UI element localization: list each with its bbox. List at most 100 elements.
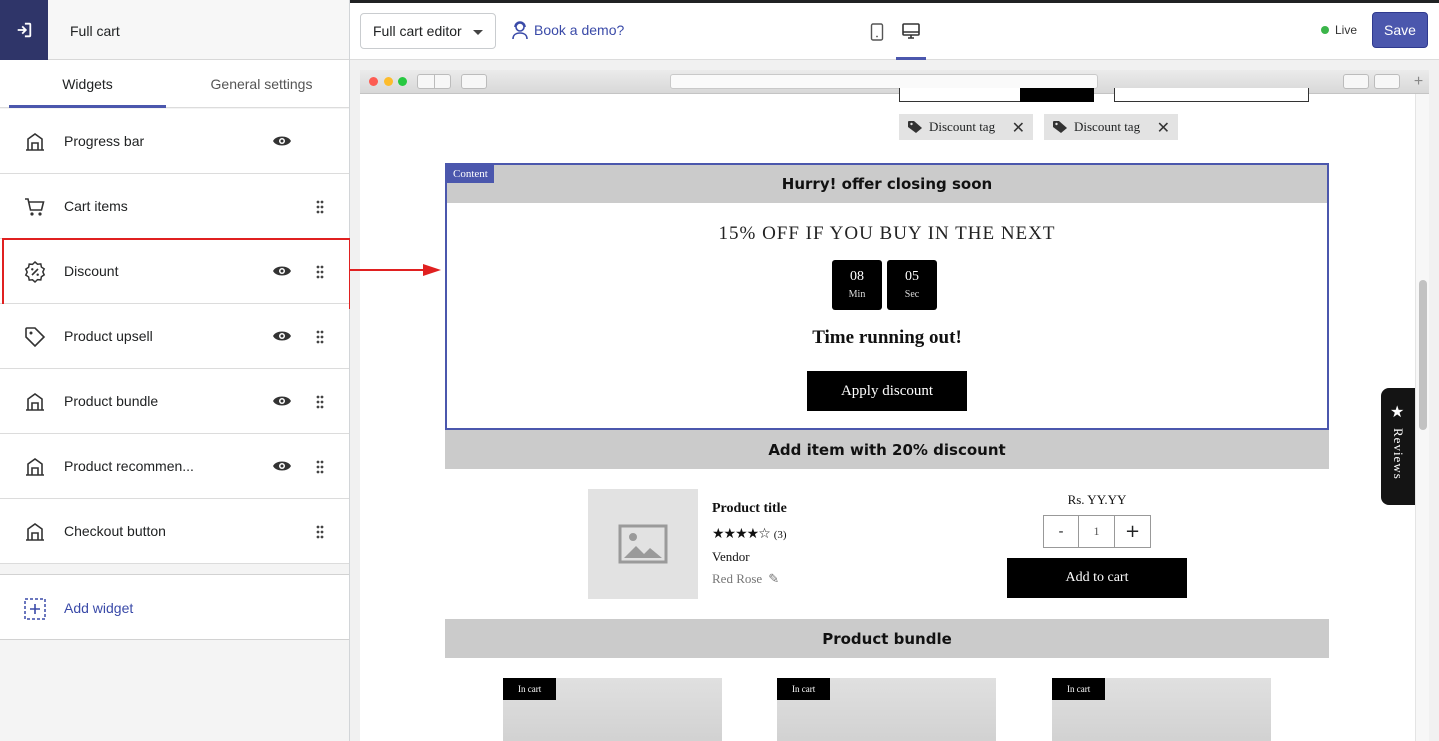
discount-widget-preview[interactable]: Hurry! offer closing soon Content 15% OF… xyxy=(445,163,1329,430)
bundle-product-card: In cart xyxy=(503,678,722,741)
reviews-tab[interactable]: ★ Reviews xyxy=(1381,388,1415,505)
back-forward-buttons xyxy=(417,74,451,89)
discount-apply-button xyxy=(1020,88,1094,102)
sidebar-tabs: Widgets General settings xyxy=(0,60,349,108)
mobile-icon xyxy=(870,22,884,41)
scrollbar-thumb[interactable] xyxy=(1419,280,1427,430)
widget-item-checkout-button[interactable]: Checkout button xyxy=(0,499,349,564)
editor-topbar: Full cart editor Book a demo? Live Save xyxy=(350,3,1439,60)
eye-icon[interactable] xyxy=(272,329,292,343)
add-to-cart-button[interactable]: Add to cart xyxy=(1007,558,1187,598)
caret-down-icon xyxy=(473,30,483,35)
product-rating: ★★★★☆ (3) xyxy=(712,526,787,542)
support-agent-icon xyxy=(512,21,528,40)
tabs-icon xyxy=(1374,74,1400,89)
add-widget-label: Add widget xyxy=(64,600,134,616)
widget-label: Discount xyxy=(64,263,119,279)
tab-general-settings[interactable]: General settings xyxy=(183,60,340,108)
in-cart-badge: In cart xyxy=(503,678,557,700)
widget-label: Product bundle xyxy=(64,393,159,409)
widget-item-discount[interactable]: Discount xyxy=(0,238,351,309)
eye-icon[interactable] xyxy=(272,264,292,278)
upsell-header: Add item with 20% discount xyxy=(445,430,1329,469)
timer-seconds: 05 Sec xyxy=(887,260,937,310)
share-icon xyxy=(1343,74,1369,89)
widget-label: Progress bar xyxy=(64,133,145,149)
remove-icon[interactable]: ✕ xyxy=(1012,118,1025,137)
image-icon xyxy=(618,524,668,564)
tab-widgets[interactable]: Widgets xyxy=(9,60,166,108)
browser-frame: + Discount tag ✕ Discount tag ✕ Hurry! o… xyxy=(360,70,1429,741)
layout-block-icon xyxy=(26,133,44,151)
edit-pencil-icon[interactable]: ✎ xyxy=(768,571,779,586)
drag-handle-icon[interactable] xyxy=(315,264,325,280)
mobile-view-button[interactable] xyxy=(862,3,892,60)
add-widget-button[interactable]: Add widget xyxy=(0,574,349,640)
save-button[interactable]: Save xyxy=(1372,12,1428,48)
product-image-placeholder xyxy=(588,489,698,599)
star-icon: ★ xyxy=(1390,402,1405,421)
drag-handle-icon[interactable] xyxy=(315,199,325,215)
exit-button[interactable] xyxy=(0,0,48,60)
widget-item-product-upsell[interactable]: Product upsell xyxy=(0,304,349,369)
book-demo-link[interactable]: Book a demo? xyxy=(510,20,624,40)
desktop-view-button[interactable] xyxy=(896,3,926,60)
drag-handle-icon[interactable] xyxy=(315,394,325,410)
drag-handle-icon[interactable] xyxy=(315,459,325,475)
discount-code-input xyxy=(899,88,1021,102)
bundle-product-card: In cart xyxy=(777,678,996,741)
in-cart-badge: In cart xyxy=(777,678,831,700)
editor-select[interactable]: Full cart editor xyxy=(360,13,496,49)
variant-label: Red Rose xyxy=(712,571,763,586)
eye-icon[interactable] xyxy=(272,394,292,408)
add-section-icon xyxy=(24,598,46,620)
widget-label: Checkout button xyxy=(64,523,166,539)
sidebar-header: Full cart xyxy=(0,0,349,60)
bundle-header: Product bundle xyxy=(445,619,1329,658)
remove-icon[interactable]: ✕ xyxy=(1157,118,1170,137)
drag-handle-icon[interactable] xyxy=(315,524,325,540)
product-vendor: Vendor xyxy=(712,549,750,564)
status-label: Live xyxy=(1335,23,1358,37)
widget-item-product-recommendations[interactable]: Product recommen... xyxy=(0,434,349,499)
widget-list: Progress bar Cart items Discount Product… xyxy=(0,109,351,564)
widget-label: Product upsell xyxy=(64,328,153,344)
quantity-value[interactable]: 1 xyxy=(1079,516,1115,547)
status-dot xyxy=(1321,26,1329,34)
quantity-increase-button[interactable]: + xyxy=(1115,516,1150,547)
discount-header: Hurry! offer closing soon xyxy=(447,165,1327,203)
discount-tag: Discount tag ✕ xyxy=(1044,114,1178,140)
quantity-stepper: - 1 + xyxy=(1043,515,1151,548)
product-title: Product title xyxy=(712,501,787,516)
quantity-decrease-button[interactable]: - xyxy=(1044,516,1079,547)
widget-item-cart-items[interactable]: Cart items xyxy=(0,174,349,239)
minimize-dot xyxy=(384,77,393,86)
tag-icon xyxy=(1053,121,1067,133)
sidebar: Full cart Widgets General settings Progr… xyxy=(0,0,351,741)
exit-icon xyxy=(17,22,32,38)
timer-minutes: 08 Min xyxy=(832,260,882,310)
tag-icon xyxy=(25,327,46,348)
apply-discount-button[interactable]: Apply discount xyxy=(807,371,967,411)
reviews-label: Reviews xyxy=(1391,428,1406,480)
eye-icon[interactable] xyxy=(272,459,292,473)
tag-icon xyxy=(908,121,922,133)
discount-tag-label: Discount tag xyxy=(1074,119,1141,134)
editor-select-value: Full cart editor xyxy=(373,23,462,39)
preview-scrollbar[interactable] xyxy=(1415,94,1429,741)
product-price: Rs. YY.YY xyxy=(1067,492,1127,507)
annotation-arrow-icon xyxy=(349,264,441,276)
preview-canvas: + Discount tag ✕ Discount tag ✕ Hurry! o… xyxy=(350,61,1439,741)
star-icons: ★★★★☆ xyxy=(712,526,771,542)
maximize-dot xyxy=(398,77,407,86)
eye-icon[interactable] xyxy=(272,134,292,148)
note-input xyxy=(1114,88,1309,102)
drag-handle-icon[interactable] xyxy=(315,329,325,345)
bundle-product-card: In cart xyxy=(1052,678,1271,741)
widget-item-product-bundle[interactable]: Product bundle xyxy=(0,369,349,434)
close-dot xyxy=(369,77,378,86)
content-label: Content xyxy=(447,165,494,183)
timer-seconds-value: 05 xyxy=(905,269,919,284)
discount-title: 15% OFF IF YOU BUY IN THE NEXT xyxy=(718,223,1056,244)
widget-item-progress-bar[interactable]: Progress bar xyxy=(0,109,349,174)
